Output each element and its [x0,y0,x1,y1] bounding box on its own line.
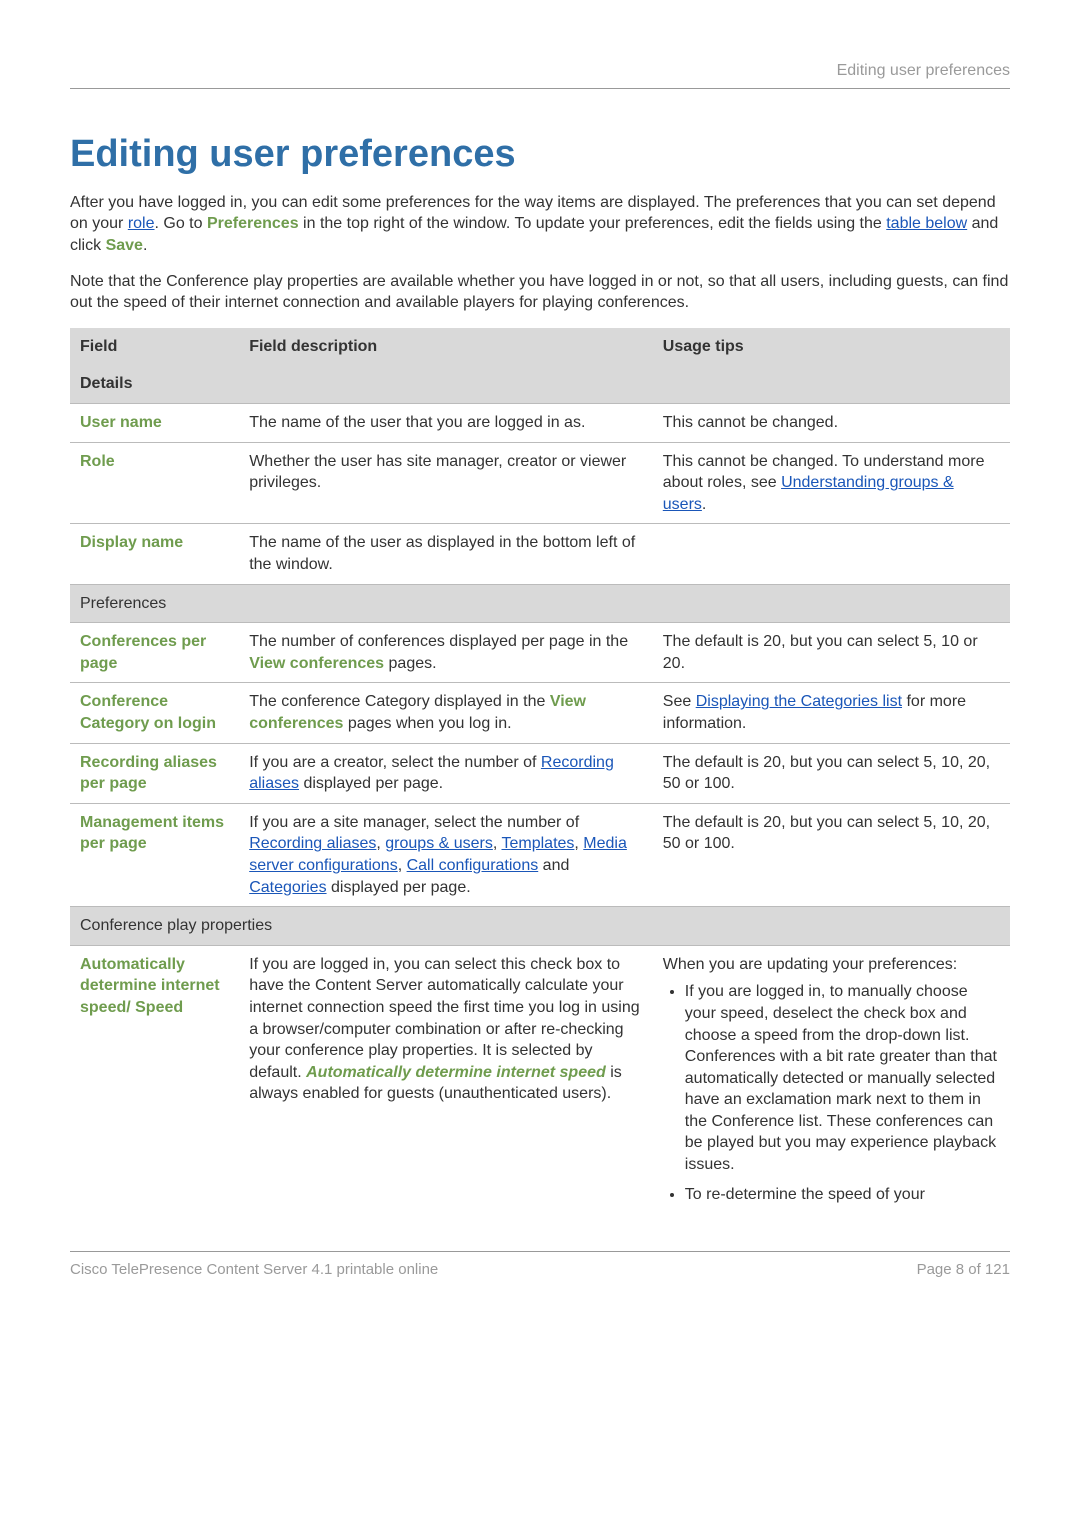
table-below-link[interactable]: table below [886,215,967,232]
th-tips: Usage tips [653,328,1010,366]
intro-p2: Note that the Conference play properties… [70,271,1010,314]
desc-confper-b: View conferences [249,655,384,672]
bottom-divider [70,1251,1010,1252]
mgmt-l6[interactable]: Categories [249,879,326,896]
desc-confcat-a: The conference Category displayed in the [249,693,550,710]
header-page-title: Editing user preferences [70,60,1010,82]
section-play: Conference play properties [70,907,1010,946]
mgmt-l2[interactable]: groups & users [385,835,493,852]
section-play-cell: Conference play properties [70,907,1010,946]
tips-role: This cannot be changed. To understand mo… [653,442,1010,524]
desc-confper-a: The number of conferences displayed per … [249,633,628,650]
tips-auto-list: If you are logged in, to manually choose… [663,981,1000,1205]
tips-recalias: The default is 20, but you can select 5,… [653,743,1010,803]
tips-auto-b1: If you are logged in, to manually choose… [685,981,1000,1175]
tips-confcat-a: See [663,693,696,710]
desc-recalias-b: displayed per page. [299,775,443,792]
desc-confper-c: pages. [384,655,436,672]
row-recalias: Recording aliases per page If you are a … [70,743,1010,803]
intro-p1-e: . [143,237,147,254]
desc-recalias: If you are a creator, select the number … [239,743,653,803]
footer: Cisco TelePresence Content Server 4.1 pr… [70,1260,1010,1280]
field-username: User name [70,404,239,443]
tips-displayname [653,524,1010,584]
field-confcat: Conference Category on login [70,683,239,743]
tips-auto-b2: To re-determine the speed of your [685,1184,1000,1206]
tips-auto-intro: When you are updating your preferences: [663,954,1000,976]
row-auto: Automatically determine internet speed/ … [70,945,1010,1221]
tips-confcat: See Displaying the Categories list for m… [653,683,1010,743]
page-title: Editing user preferences [70,129,1010,180]
mgmt-sep1: , [376,835,385,852]
intro-p1-c: in the top right of the window. To updat… [299,215,887,232]
mgmt-l3[interactable]: Templates [501,835,574,852]
tips-auto: When you are updating your preferences: … [653,945,1010,1221]
desc-auto-em: Automatically determine internet speed [306,1064,606,1081]
desc-confcat: The conference Category displayed in the… [239,683,653,743]
desc-auto-a: If you are logged in, you can select thi… [249,956,639,1081]
tips-role-b: . [702,496,706,513]
row-role: Role Whether the user has site manager, … [70,442,1010,524]
th-desc: Field description [239,328,653,366]
field-recalias: Recording aliases per page [70,743,239,803]
row-confcat: Conference Category on login The confere… [70,683,1010,743]
section-details-cell: Details [70,365,1010,403]
row-displayname: Display name The name of the user as dis… [70,524,1010,584]
field-role: Role [70,442,239,524]
mgmt-sep5: and [538,857,569,874]
footer-right: Page 8 of 121 [917,1260,1010,1280]
th-field: Field [70,328,239,366]
preferences-word: Preferences [207,215,299,232]
desc-mgmt: If you are a site manager, select the nu… [239,803,653,906]
field-displayname: Display name [70,524,239,584]
field-mgmt: Management items per page [70,803,239,906]
mgmt-l5[interactable]: Call configurations [407,857,539,874]
desc-confper: The number of conferences displayed per … [239,623,653,683]
desc-confcat-c: pages when you log in. [343,715,511,732]
footer-left: Cisco TelePresence Content Server 4.1 pr… [70,1261,438,1278]
table-header-row: Field Field description Usage tips [70,328,1010,366]
row-confper: Conferences per page The number of confe… [70,623,1010,683]
desc-username: The name of the user that you are logged… [239,404,653,443]
field-auto: Automatically determine internet speed/ … [70,945,239,1221]
row-mgmt: Management items per page If you are a s… [70,803,1010,906]
mgmt-sep4: , [398,857,407,874]
top-divider [70,88,1010,89]
save-word: Save [106,237,143,254]
desc-recalias-a: If you are a creator, select the number … [249,754,541,771]
desc-mgmt-b: displayed per page. [327,879,471,896]
field-confper: Conferences per page [70,623,239,683]
tips-confper: The default is 20, but you can select 5,… [653,623,1010,683]
intro-p1: After you have logged in, you can edit s… [70,192,1010,257]
desc-displayname: The name of the user as displayed in the… [239,524,653,584]
row-username: User name The name of the user that you … [70,404,1010,443]
desc-mgmt-a: If you are a site manager, select the nu… [249,814,579,831]
preferences-table: Field Field description Usage tips Detai… [70,328,1010,1221]
section-prefs: Preferences [70,584,1010,623]
intro-p1-b: . Go to [155,215,207,232]
section-details: Details [70,365,1010,403]
tips-username: This cannot be changed. [653,404,1010,443]
role-link[interactable]: role [128,215,155,232]
tips-mgmt: The default is 20, but you can select 5,… [653,803,1010,906]
desc-role: Whether the user has site manager, creat… [239,442,653,524]
section-prefs-cell: Preferences [70,584,1010,623]
categories-link[interactable]: Displaying the Categories list [696,693,902,710]
desc-auto: If you are logged in, you can select thi… [239,945,653,1221]
mgmt-l1[interactable]: Recording aliases [249,835,376,852]
mgmt-sep3: , [574,835,583,852]
